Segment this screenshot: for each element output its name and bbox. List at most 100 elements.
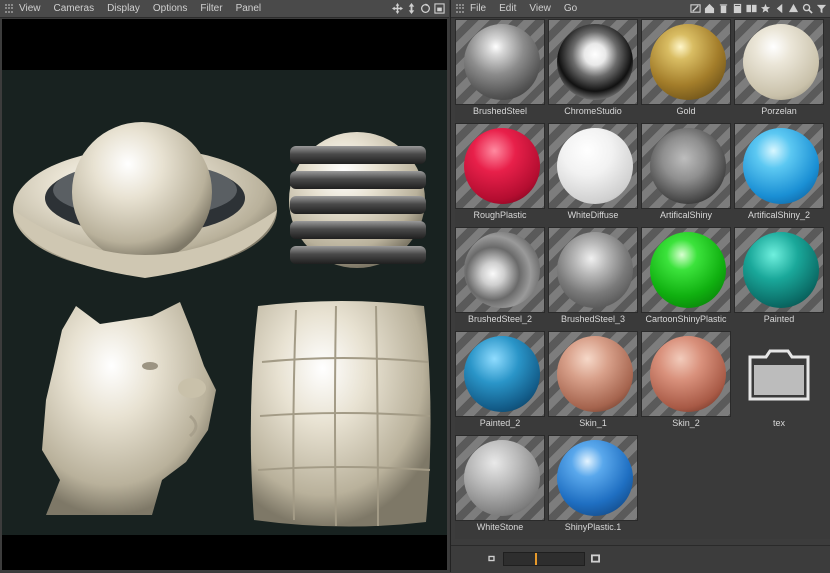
material-label: WhiteDiffuse [567, 210, 619, 220]
home-icon[interactable] [704, 3, 715, 14]
material-thumbnail[interactable] [734, 227, 824, 313]
material-label: ArtificalShiny_2 [747, 210, 811, 220]
scene-objects [13, 122, 431, 527]
material-item[interactable]: tex [734, 331, 824, 433]
frame-icon[interactable] [434, 3, 445, 14]
material-item[interactable]: Skin_1 [548, 331, 638, 433]
material-preview-sphere [557, 232, 633, 308]
folder-icon [748, 349, 810, 401]
slider-handle[interactable] [535, 553, 537, 565]
search-icon[interactable] [802, 3, 813, 14]
material-label: Gold [676, 106, 696, 116]
material-thumbnail[interactable] [734, 19, 824, 105]
material-item[interactable]: ArtificalShiny [641, 123, 731, 225]
browser-statusbar [451, 545, 830, 573]
material-item[interactable]: Skin_2 [641, 331, 731, 433]
material-thumbnail[interactable] [641, 331, 731, 417]
material-item[interactable]: ShinyPlastic.1 [548, 435, 638, 537]
material-label: ArtificalShiny [659, 210, 713, 220]
material-label: tex [772, 418, 785, 428]
material-preview-sphere [557, 24, 633, 100]
material-label: Skin_2 [672, 418, 700, 428]
filter-icon[interactable] [816, 3, 827, 14]
material-item[interactable]: Porzelan [734, 19, 824, 121]
thumbnail-size-slider[interactable] [503, 552, 585, 566]
material-label: ChromeStudio [564, 106, 622, 116]
material-item[interactable]: BrushedSteel_3 [548, 227, 638, 329]
browser-menubar: File Edit View Go [451, 0, 830, 18]
rotate-icon[interactable] [420, 3, 431, 14]
menu-options[interactable]: Options [153, 3, 187, 14]
dolly-icon[interactable] [406, 3, 417, 14]
menu-view[interactable]: View [529, 3, 551, 14]
material-preview-sphere [650, 24, 726, 100]
menu-display[interactable]: Display [107, 3, 140, 14]
small-thumbnail-icon[interactable] [487, 554, 496, 563]
material-thumbnail[interactable] [455, 227, 545, 313]
material-item[interactable]: Gold [641, 19, 731, 121]
viewer-panel: View Cameras Display Options Filter Pane… [0, 0, 449, 572]
material-thumbnail[interactable] [548, 227, 638, 313]
material-item[interactable]: WhiteStone [455, 435, 545, 537]
material-label: WhiteStone [476, 522, 524, 532]
material-thumbnail[interactable] [548, 435, 638, 521]
material-thumbnail[interactable] [641, 19, 731, 105]
material-item[interactable]: ChromeStudio [548, 19, 638, 121]
material-preview-sphere [650, 336, 726, 412]
material-preview-sphere [464, 336, 540, 412]
menu-file[interactable]: File [470, 3, 486, 14]
material-thumbnail[interactable] [641, 123, 731, 209]
material-thumbnail[interactable] [455, 19, 545, 105]
material-item[interactable]: Painted [734, 227, 824, 329]
material-label: BrushedSteel_3 [560, 314, 626, 324]
material-item[interactable]: CartoonShinyPlastic [641, 227, 731, 329]
material-label: Skin_1 [579, 418, 607, 428]
material-thumbnail[interactable] [641, 227, 731, 313]
grip-icon[interactable] [456, 4, 464, 13]
large-thumbnail-icon[interactable] [591, 554, 600, 563]
material-item[interactable]: WhiteDiffuse [548, 123, 638, 225]
menu-go[interactable]: Go [564, 3, 577, 14]
viewer-menubar: View Cameras Display Options Filter Pane… [0, 0, 449, 18]
material-preview-sphere [557, 336, 633, 412]
folder-thumbnail[interactable] [734, 331, 824, 417]
material-item[interactable]: ArtificalShiny_2 [734, 123, 824, 225]
material-thumbnail[interactable] [455, 123, 545, 209]
edit-icon[interactable] [690, 3, 701, 14]
material-label: BrushedSteel_2 [467, 314, 533, 324]
material-item[interactable]: Painted_2 [455, 331, 545, 433]
material-item[interactable]: BrushedSteel_2 [455, 227, 545, 329]
menu-filter[interactable]: Filter [200, 3, 222, 14]
material-preview-sphere [743, 24, 819, 100]
material-preview-sphere [557, 440, 633, 516]
material-preview-sphere [464, 128, 540, 204]
material-thumbnail[interactable] [548, 331, 638, 417]
back-icon[interactable] [774, 3, 785, 14]
up-icon[interactable] [788, 3, 799, 14]
menu-edit[interactable]: Edit [499, 3, 516, 14]
move-icon[interactable] [392, 3, 403, 14]
grip-icon[interactable] [5, 4, 13, 13]
trash-icon[interactable] [718, 3, 729, 14]
material-preview-sphere [464, 440, 540, 516]
viewport[interactable] [2, 19, 447, 570]
material-preview-sphere [743, 128, 819, 204]
material-label: Porzelan [761, 106, 797, 116]
material-thumbnail[interactable] [548, 19, 638, 105]
material-label: ShinyPlastic.1 [564, 522, 622, 532]
material-thumbnail[interactable] [455, 331, 545, 417]
star-icon[interactable] [760, 3, 771, 14]
material-item[interactable]: BrushedSteel [455, 19, 545, 121]
material-item[interactable]: RoughPlastic [455, 123, 545, 225]
bookmarks-icon[interactable] [746, 3, 757, 14]
material-thumbnail[interactable] [548, 123, 638, 209]
material-preview-sphere [650, 128, 726, 204]
menu-panel[interactable]: Panel [236, 3, 262, 14]
material-label: Painted_2 [479, 418, 521, 428]
material-thumbnail[interactable] [455, 435, 545, 521]
menu-cameras[interactable]: Cameras [54, 3, 95, 14]
material-thumbnail[interactable] [734, 123, 824, 209]
menu-view[interactable]: View [19, 3, 41, 14]
book-icon[interactable] [732, 3, 743, 14]
material-preview-sphere [464, 232, 540, 308]
